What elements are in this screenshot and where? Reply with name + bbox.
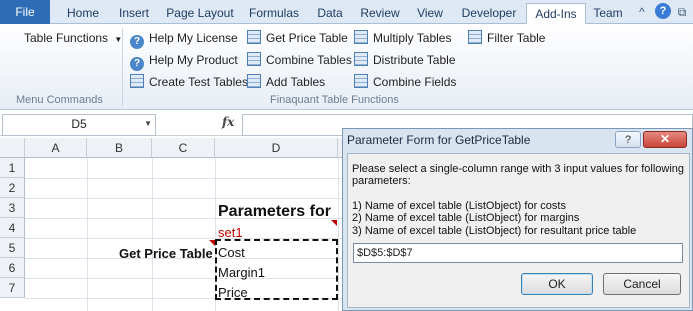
minimize-ribbon-icon[interactable]: ^ [634,4,650,20]
ribbon-tab-strip: File Home Insert Page Layout Formulas Da… [0,0,693,26]
selection-marquee [215,239,338,300]
cancel-button[interactable]: Cancel [603,273,681,295]
name-box[interactable]: D5 ▼ [2,114,156,136]
combine-fields-button[interactable]: Combine Fields [354,73,456,91]
cell-d3[interactable]: Parameters for [218,200,331,224]
dialog-title: Parameter Form for GetPriceTable [347,133,531,147]
multiply-tables-label: Multiply Tables [373,31,452,45]
row-header-3[interactable]: 3 [0,198,25,218]
dialog-body: Please select a single-column range with… [347,153,690,308]
parameter-form-dialog: Parameter Form for GetPriceTable ? ✕ Ple… [342,128,693,311]
row-header-5[interactable]: 5 [0,238,25,258]
tab-team[interactable]: Team [588,3,628,24]
dialog-param-2: 2) Name of excel table (ListObject) for … [352,212,580,224]
tab-view[interactable]: View [410,3,450,24]
distribute-table-label: Distribute Table [373,53,456,67]
table-icon [354,74,368,88]
column-header-c[interactable]: C [152,138,215,158]
row-header-4[interactable]: 4 [0,218,25,238]
gridline [87,158,88,311]
table-icon [354,30,368,44]
filter-table-button[interactable]: Filter Table [468,29,545,47]
combine-tables-label: Combine Tables [266,53,352,67]
gridline [152,158,153,311]
tab-formulas[interactable]: Formulas [244,3,304,24]
dialog-help-button[interactable]: ? [615,131,641,148]
row-header-1[interactable]: 1 [0,158,25,178]
dialog-param-3: 3) Name of excel table (ListObject) for … [352,225,637,237]
table-icon [247,74,261,88]
help-my-product-label: Help My Product [149,53,238,67]
distribute-table-button[interactable]: Distribute Table [354,51,456,69]
comment-indicator [331,220,337,226]
add-tables-label: Add Tables [266,75,326,89]
table-icon [468,30,482,44]
dialog-intro-line2: parameters: [352,175,411,187]
tab-developer[interactable]: Developer [456,3,522,24]
column-header-d[interactable]: D [215,138,338,158]
combine-tables-button[interactable]: Combine Tables [247,51,352,69]
table-functions-label: Table Functions [24,31,109,45]
help-my-license-button[interactable]: ? Help My License [130,29,238,49]
table-icon [247,30,261,44]
row-header-2[interactable]: 2 [0,178,25,198]
get-price-table-button[interactable]: Get Price Table [247,29,348,47]
help-my-license-label: Help My License [149,31,238,45]
create-test-tables-button[interactable]: Create Test Tables [130,73,248,91]
question-icon: ? [130,35,144,49]
table-icon [130,74,144,88]
tab-insert[interactable]: Insert [110,3,158,24]
row-header-6[interactable]: 6 [0,258,25,278]
tab-file[interactable]: File [0,0,50,24]
menu-commands-group-label: Menu Commands [16,94,103,106]
tab-page-layout[interactable]: Page Layout [162,3,238,24]
question-icon: ? [130,57,144,71]
tab-add-ins[interactable]: Add-Ins [526,3,586,26]
tab-data[interactable]: Data [310,3,350,24]
add-tables-button[interactable]: Add Tables [247,73,325,91]
name-box-value: D5 [71,117,87,131]
column-header-a[interactable]: A [25,138,87,158]
dialog-intro-line1: Please select a single-column range with… [352,163,685,175]
tab-home[interactable]: Home [60,3,106,24]
ribbon-panel: Table Functions ▼ Menu Commands ? Help My… [0,24,693,110]
gridline [338,158,339,311]
table-icon [247,52,261,66]
dialog-close-button[interactable]: ✕ [643,131,687,148]
tab-review[interactable]: Review [356,3,404,24]
get-price-table-label: Get Price Table [266,31,348,45]
help-my-product-button[interactable]: ? Help My Product [130,51,238,71]
help-icon[interactable]: ? [655,3,671,19]
row-header-7[interactable]: 7 [0,278,25,298]
restore-icon[interactable]: ⧉ [674,4,690,20]
cell-b5[interactable]: Get Price Table [119,244,213,264]
range-input[interactable]: $D$5:$D$7 [353,243,683,263]
select-all-corner[interactable] [0,138,25,158]
create-test-tables-label: Create Test Tables [149,75,248,89]
column-header-b[interactable]: B [87,138,152,158]
filter-table-label: Filter Table [487,31,546,45]
table-icon [354,52,368,66]
chevron-down-icon: ▼ [144,119,152,128]
group-separator [122,28,123,106]
combine-fields-label: Combine Fields [373,75,457,89]
ok-button[interactable]: OK [521,273,593,295]
multiply-tables-button[interactable]: Multiply Tables [354,29,451,47]
finaquant-group-label: Finaquant Table Functions [270,94,399,106]
dialog-param-1: 1) Name of excel table (ListObject) for … [352,200,566,212]
table-functions-menu[interactable]: Table Functions ▼ [24,29,122,47]
insert-function-icon[interactable]: fx [222,115,234,129]
